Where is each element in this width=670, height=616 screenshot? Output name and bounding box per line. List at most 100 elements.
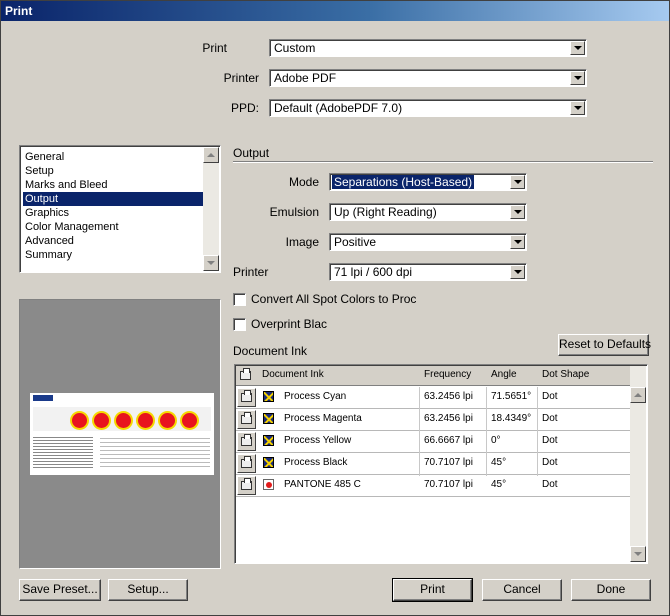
chevron-down-icon[interactable] bbox=[510, 235, 525, 249]
emulsion-dropdown[interactable]: Up (Right Reading) bbox=[329, 203, 527, 221]
image-dropdown[interactable]: Positive bbox=[329, 233, 527, 251]
preview-page-thumbnail bbox=[30, 393, 214, 475]
ink-frequency[interactable]: 70.7107 lpi bbox=[424, 457, 473, 468]
printer-icon bbox=[241, 478, 252, 490]
ink-angle[interactable]: 0° bbox=[491, 435, 501, 446]
screening-printer-label: Printer bbox=[233, 265, 269, 279]
ink-angle[interactable]: 18.4349° bbox=[491, 413, 531, 424]
ink-name: Process Magenta bbox=[284, 413, 362, 424]
chevron-down-icon[interactable] bbox=[570, 41, 585, 55]
done-button[interactable]: Done bbox=[571, 579, 651, 601]
setup-button[interactable]: Setup... bbox=[108, 579, 188, 601]
ink-table-scrollbar[interactable] bbox=[630, 366, 646, 562]
scroll-down-icon[interactable] bbox=[630, 546, 646, 562]
ink-name: Process Yellow bbox=[284, 435, 352, 446]
column-header-document-ink[interactable]: Document Ink bbox=[262, 369, 324, 380]
window-title: Print bbox=[5, 4, 33, 18]
ink-angle[interactable]: 45° bbox=[491, 457, 506, 468]
mode-value: Separations (Host-Based) bbox=[332, 175, 475, 189]
ink-frequency[interactable]: 63.2456 lpi bbox=[424, 391, 473, 402]
process-color-icon bbox=[263, 391, 274, 402]
preview-text-block bbox=[100, 435, 210, 469]
document-ink-title: Document Ink bbox=[233, 344, 308, 358]
overprint-black-checkbox[interactable] bbox=[233, 318, 246, 331]
category-item-graphics[interactable]: Graphics bbox=[23, 206, 203, 220]
category-item-output[interactable]: Output bbox=[23, 192, 203, 206]
category-list[interactable]: General Setup Marks and Bleed Output Gra… bbox=[19, 145, 221, 273]
ink-row[interactable]: Process Yellow 66.6667 lpi 0° Dot bbox=[236, 431, 630, 453]
scroll-up-icon[interactable] bbox=[203, 147, 219, 163]
ink-frequency[interactable]: 70.7107 lpi bbox=[424, 479, 473, 490]
section-divider bbox=[233, 161, 653, 163]
column-divider bbox=[537, 387, 538, 476]
spot-color-icon bbox=[263, 479, 274, 490]
ink-dot-shape: Dot bbox=[542, 457, 558, 468]
print-button[interactable]: Print bbox=[392, 578, 473, 602]
printer-icon bbox=[240, 368, 254, 382]
printer-dropdown[interactable]: Adobe PDF bbox=[269, 69, 587, 87]
output-section-title: Output bbox=[233, 146, 270, 160]
preview-text-block bbox=[33, 435, 93, 469]
column-header-dot-shape[interactable]: Dot Shape bbox=[542, 369, 589, 380]
image-label: Image bbox=[285, 235, 319, 249]
image-value: Positive bbox=[334, 235, 377, 249]
print-ink-toggle[interactable] bbox=[237, 410, 256, 429]
ink-row[interactable]: Process Magenta 63.2456 lpi 18.4349° Dot bbox=[236, 409, 630, 431]
print-preview bbox=[19, 299, 221, 569]
ink-angle[interactable]: 45° bbox=[491, 479, 506, 490]
chevron-down-icon[interactable] bbox=[510, 265, 525, 279]
save-preset-button[interactable]: Save Preset... bbox=[19, 579, 101, 601]
ink-row[interactable]: Process Cyan 63.2456 lpi 71.5651° Dot bbox=[236, 387, 630, 409]
ink-dot-shape: Dot bbox=[542, 413, 558, 424]
chevron-down-icon[interactable] bbox=[510, 175, 525, 189]
ink-frequency[interactable]: 63.2456 lpi bbox=[424, 413, 473, 424]
screening-dropdown[interactable]: 71 lpi / 600 dpi bbox=[329, 263, 527, 281]
category-item-general[interactable]: General bbox=[23, 150, 203, 164]
category-item-advanced[interactable]: Advanced bbox=[23, 234, 203, 248]
column-header-frequency[interactable]: Frequency bbox=[424, 369, 471, 380]
ppd-label: PPD: bbox=[230, 101, 259, 115]
reset-to-defaults-button[interactable]: Reset to Defaults bbox=[558, 334, 651, 356]
chevron-down-icon[interactable] bbox=[570, 101, 585, 115]
print-ink-toggle[interactable] bbox=[237, 476, 256, 495]
screening-value: 71 lpi / 600 dpi bbox=[334, 265, 413, 279]
category-item-color-management[interactable]: Color Management bbox=[23, 220, 203, 234]
chevron-down-icon[interactable] bbox=[510, 205, 525, 219]
chevron-down-icon[interactable] bbox=[570, 71, 585, 85]
ink-dot-shape: Dot bbox=[542, 435, 558, 446]
print-preset-label: Print bbox=[202, 41, 227, 55]
ink-frequency[interactable]: 66.6667 lpi bbox=[424, 435, 473, 446]
process-color-icon bbox=[263, 457, 274, 468]
print-preset-dropdown[interactable]: Custom bbox=[269, 39, 587, 57]
ink-dot-shape: Dot bbox=[542, 479, 558, 490]
preview-logo bbox=[33, 395, 53, 401]
ppd-value: Default (AdobePDF 7.0) bbox=[274, 101, 403, 115]
column-header-angle[interactable]: Angle bbox=[491, 369, 517, 380]
printer-value: Adobe PDF bbox=[274, 71, 337, 85]
cancel-button[interactable]: Cancel bbox=[482, 579, 562, 601]
scroll-up-icon[interactable] bbox=[630, 387, 646, 403]
emulsion-label: Emulsion bbox=[269, 205, 319, 219]
category-item-setup[interactable]: Setup bbox=[23, 164, 203, 178]
convert-spot-colors-label: Convert All Spot Colors to Proc bbox=[251, 292, 417, 306]
ink-row[interactable]: PANTONE 485 C 70.7107 lpi 45° Dot bbox=[236, 475, 630, 497]
category-item-marks-and-bleed[interactable]: Marks and Bleed bbox=[23, 178, 203, 192]
convert-spot-colors-checkbox[interactable] bbox=[233, 293, 246, 306]
preview-badge bbox=[116, 413, 131, 428]
document-ink-table: Document Ink Frequency Angle Dot Shape P… bbox=[234, 364, 648, 564]
ppd-dropdown[interactable]: Default (AdobePDF 7.0) bbox=[269, 99, 587, 117]
category-scrollbar[interactable] bbox=[203, 147, 219, 271]
print-ink-toggle[interactable] bbox=[237, 432, 256, 451]
print-ink-toggle[interactable] bbox=[237, 454, 256, 473]
ink-name: Process Black bbox=[284, 457, 348, 468]
printer-label: Printer bbox=[223, 71, 259, 85]
mode-dropdown[interactable]: Separations (Host-Based) bbox=[329, 173, 527, 191]
print-ink-toggle[interactable] bbox=[237, 388, 256, 407]
preview-badge bbox=[182, 413, 197, 428]
category-item-summary[interactable]: Summary bbox=[23, 248, 203, 262]
column-divider bbox=[419, 387, 420, 476]
scroll-down-icon[interactable] bbox=[203, 255, 219, 271]
print-dialog: Print Print Custom Printer Adobe PDF PPD… bbox=[0, 0, 670, 616]
ink-angle[interactable]: 71.5651° bbox=[491, 391, 531, 402]
ink-row[interactable]: Process Black 70.7107 lpi 45° Dot bbox=[236, 453, 630, 475]
